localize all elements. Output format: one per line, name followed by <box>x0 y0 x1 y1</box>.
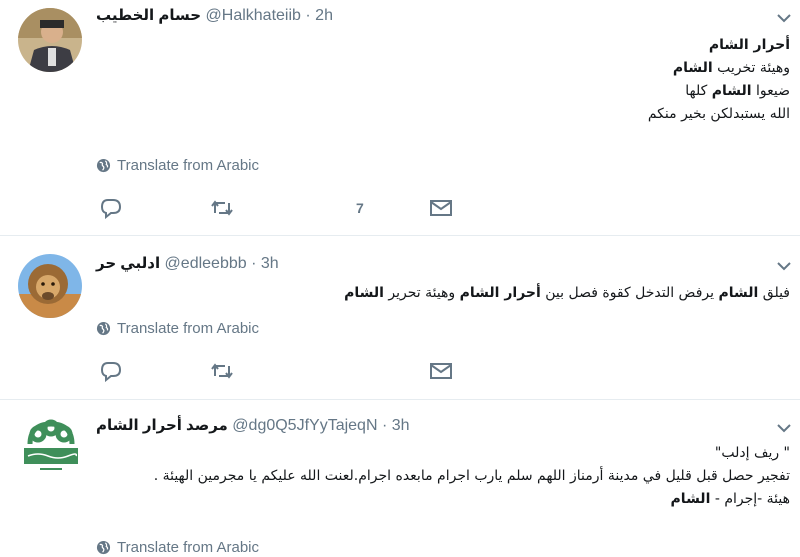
tweet-text-segment: وهيئة تخريب <box>712 60 790 76</box>
tweet-text-line: " ريف إدلب" <box>154 442 790 465</box>
tweet-2[interactable]: ادلبي حر @edleebbb · 3h فيلق الشام يرفض … <box>0 236 800 400</box>
tweet-text-segment: الله يستبدلكن بخير منكم <box>647 106 790 122</box>
hashtag-text: الشام <box>672 60 713 76</box>
reply-icon[interactable] <box>99 197 123 219</box>
message-icon[interactable] <box>429 197 453 219</box>
tweet-text-line: الله يستبدلكن بخير منكم <box>648 103 790 126</box>
tweet-text-line: أحرار الشام <box>648 34 790 57</box>
tweet-text-segment: كلها <box>685 83 712 99</box>
handle[interactable]: @Halkhateiib <box>206 7 301 24</box>
translate-label: Translate from Arabic <box>117 320 259 337</box>
tweet-text-segment: وهيئة تحرير <box>383 285 460 301</box>
separator-dot: · <box>251 255 257 272</box>
avatar[interactable] <box>18 254 82 318</box>
tweet-text-line: تفجير حصل قبل قليل في مدينة أرمناز اللهم… <box>154 465 790 488</box>
avatar[interactable] <box>18 8 82 72</box>
retweet-icon[interactable] <box>210 197 234 219</box>
globe-icon <box>96 321 111 336</box>
tweet-text-segment: يرفض التدخل كقوة فصل بين <box>540 285 719 301</box>
avatar[interactable] <box>18 412 84 476</box>
hashtag-text: أحرار الشام <box>708 37 790 53</box>
tweet-text-segment: فيلق <box>758 285 790 301</box>
reply-icon[interactable] <box>99 360 123 382</box>
chevron-down-icon[interactable] <box>776 12 792 24</box>
tweet-text-segment: " ريف إدلب" <box>714 445 790 461</box>
tweet-3[interactable]: مرصد أحرار الشام @dg0Q5JfYyTajeqN · 3h "… <box>0 400 800 557</box>
timestamp[interactable]: 3h <box>261 255 279 272</box>
translate-link[interactable]: Translate from Arabic <box>96 539 259 556</box>
translate-label: Translate from Arabic <box>117 157 259 174</box>
handle[interactable]: @dg0Q5JfYyTajeqN <box>232 417 377 434</box>
like-count: 7 <box>356 200 364 216</box>
tweet-1[interactable]: حسام الخطيب @Halkhateiib · 2h أحرار الشا… <box>0 0 800 236</box>
handle[interactable]: @edleebbb <box>165 255 247 272</box>
timestamp[interactable]: 3h <box>392 417 410 434</box>
tweet-text-line: فيلق الشام يرفض التدخل كقوة فصل بين أحرا… <box>344 282 790 305</box>
retweet-icon[interactable] <box>210 360 234 382</box>
display-name[interactable]: ادلبي حر <box>96 255 160 272</box>
separator-dot: · <box>381 417 388 434</box>
message-icon[interactable] <box>429 360 453 382</box>
translate-link[interactable]: Translate from Arabic <box>96 320 259 337</box>
tweet-header: ادلبي حر @edleebbb · 3h <box>96 254 279 273</box>
tweet-text-line: وهيئة تخريب الشام <box>648 57 790 80</box>
chevron-down-icon[interactable] <box>776 260 792 272</box>
display-name[interactable]: حسام الخطيب <box>96 7 201 24</box>
tweet-text-line: هيئة -إجرام - الشام <box>154 488 790 511</box>
hashtag-text: أحرار الشام <box>459 285 541 301</box>
translate-link[interactable]: Translate from Arabic <box>96 157 259 174</box>
separator-dot: · <box>305 7 311 24</box>
tweet-text-segment: هيئة -إجرام - <box>710 491 790 507</box>
tweet-text: أحرار الشام وهيئة تخريب الشام ضيعوا الشام … <box>648 34 790 126</box>
globe-icon <box>96 158 111 173</box>
hashtag-text: الشام <box>718 285 759 301</box>
hashtag-text: الشام <box>344 285 384 301</box>
tweet-header: مرصد أحرار الشام @dg0Q5JfYyTajeqN · 3h <box>96 416 410 435</box>
tweet-text: " ريف إدلب" تفجير حصل قبل قليل في مدينة أ… <box>154 442 790 511</box>
tweet-text-segment: ضيعوا <box>751 83 790 99</box>
globe-icon <box>96 540 111 555</box>
timestamp[interactable]: 2h <box>315 7 333 24</box>
hashtag-text: الشام <box>670 491 711 507</box>
tweet-text: فيلق الشام يرفض التدخل كقوة فصل بين أحرا… <box>344 282 790 305</box>
display-name[interactable]: مرصد أحرار الشام <box>96 417 228 434</box>
tweet-header: حسام الخطيب @Halkhateiib · 2h <box>96 6 333 25</box>
chevron-down-icon[interactable] <box>776 422 792 434</box>
tweet-text-segment: تفجير حصل قبل قليل في مدينة أرمناز اللهم… <box>153 468 790 484</box>
tweet-text-line: ضيعوا الشام كلها <box>648 80 790 103</box>
hashtag-text: الشام <box>711 83 752 99</box>
translate-label: Translate from Arabic <box>117 539 259 556</box>
